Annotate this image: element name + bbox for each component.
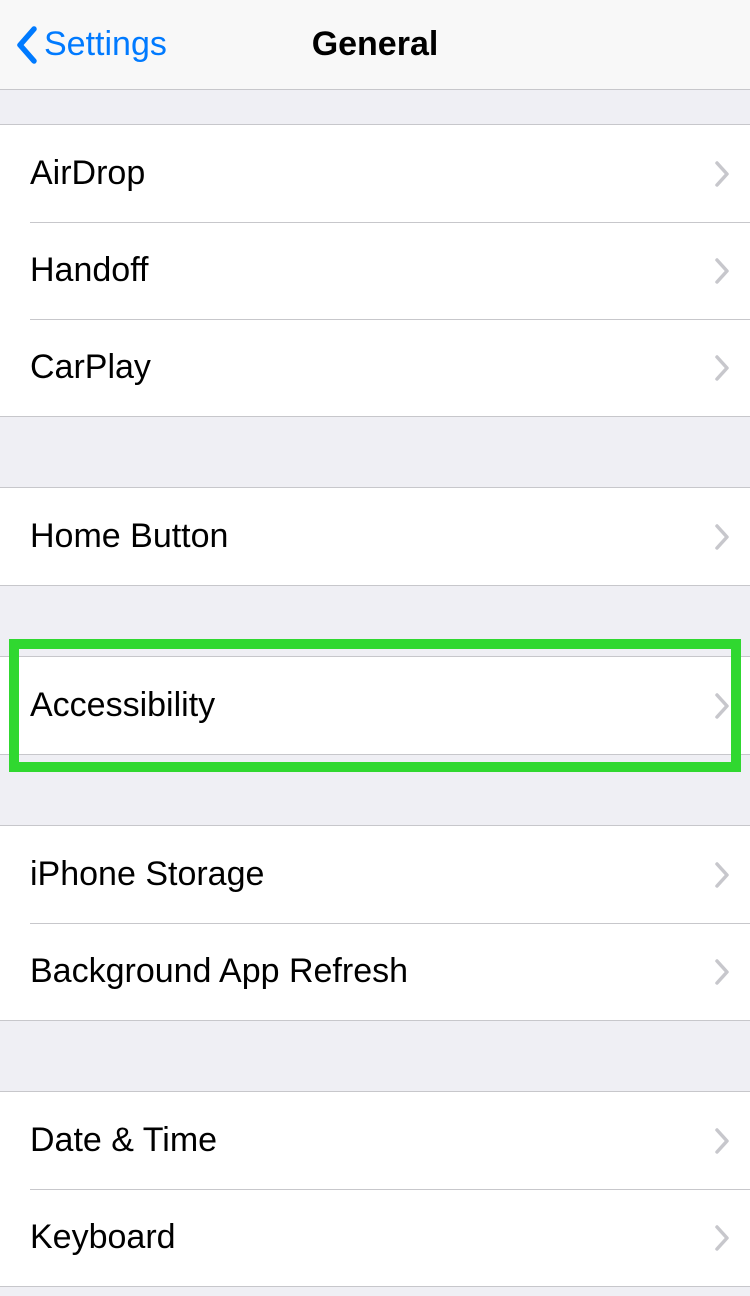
chevron-right-icon [714,354,730,382]
row-label: AirDrop [30,154,714,193]
chevron-right-icon [714,692,730,720]
row-label: iPhone Storage [30,855,714,894]
chevron-right-icon [714,257,730,285]
row-label: Date & Time [30,1121,714,1160]
row-carplay[interactable]: CarPlay [0,319,750,416]
chevron-right-icon [714,1127,730,1155]
row-label: Keyboard [30,1218,714,1257]
row-handoff[interactable]: Handoff [0,222,750,319]
row-label: Background App Refresh [30,952,714,991]
back-chevron-icon [14,25,38,65]
row-date-time[interactable]: Date & Time [0,1092,750,1189]
chevron-right-icon [714,1224,730,1252]
row-accessibility[interactable]: Accessibility [0,657,750,754]
row-background-app-refresh[interactable]: Background App Refresh [0,923,750,1020]
chevron-right-icon [714,958,730,986]
back-label: Settings [44,25,167,64]
section-spacer [0,90,750,124]
section-connectivity: AirDrop Handoff CarPlay [0,124,750,417]
section-spacer [0,417,750,487]
row-label: Home Button [30,517,714,556]
row-keyboard[interactable]: Keyboard [0,1189,750,1286]
row-home-button[interactable]: Home Button [0,488,750,585]
section-spacer [0,1021,750,1091]
section-home-button: Home Button [0,487,750,586]
section-spacer [0,755,750,825]
row-label: Handoff [30,251,714,290]
row-iphone-storage[interactable]: iPhone Storage [0,826,750,923]
section-accessibility: Accessibility [0,656,750,755]
row-airdrop[interactable]: AirDrop [0,125,750,222]
section-system: Date & Time Keyboard [0,1091,750,1287]
chevron-right-icon [714,160,730,188]
chevron-right-icon [714,861,730,889]
section-spacer [0,586,750,656]
row-label: CarPlay [30,348,714,387]
chevron-right-icon [714,523,730,551]
back-button[interactable]: Settings [14,25,167,65]
row-label: Accessibility [30,686,714,725]
section-storage: iPhone Storage Background App Refresh [0,825,750,1021]
navigation-bar: Settings General [0,0,750,90]
